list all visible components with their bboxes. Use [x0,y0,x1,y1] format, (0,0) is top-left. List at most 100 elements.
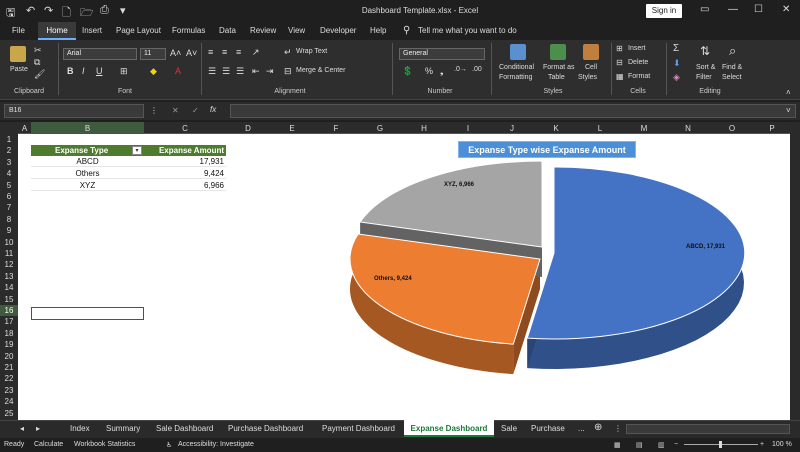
fill-icon[interactable]: ⬇ [673,58,681,69]
align-center-icon[interactable]: ☰ [222,66,230,77]
shrink-font-icon[interactable]: A˅ [186,48,197,58]
borders-icon[interactable]: ⊞ [120,66,128,77]
col-header-m[interactable]: M [622,124,666,133]
sheet-tab-sale[interactable]: Sale [501,424,517,433]
bold-icon[interactable]: B [67,66,74,76]
zoom-level[interactable]: 100 % [772,441,792,448]
formula-input[interactable] [230,104,796,118]
increase-decimal-icon[interactable]: .0→ [454,66,467,73]
decrease-decimal-icon[interactable]: .00 [472,66,482,73]
sign-in-button[interactable]: Sign in [646,4,682,18]
confirm-entry-icon[interactable]: ✓ [192,106,199,115]
row-header[interactable]: 9 [0,225,18,236]
cancel-entry-icon[interactable]: ✕ [172,106,179,115]
delete-cells-icon[interactable]: ⊟ [616,58,623,67]
cut-icon[interactable]: ✂ [34,45,42,56]
horizontal-scrollbar[interactable] [626,424,790,434]
next-sheet-icon[interactable]: ▸ [36,424,40,433]
status-accessibility[interactable]: Accessibility: Investigate [178,441,254,448]
format-cells-icon[interactable]: ▦ [616,72,624,81]
ribbon-display-icon[interactable]: ▭ [700,4,709,15]
copy-icon[interactable]: ⧉ [34,57,40,68]
number-format-select[interactable]: General [399,48,485,60]
table-header-expanse-type[interactable]: Expanse Type [31,145,144,156]
cell-styles-icon[interactable] [583,44,599,60]
merge-icon[interactable]: ⊟ [284,66,292,77]
cell-styles-button-line2[interactable]: Styles [578,74,597,81]
zoom-in-icon[interactable]: + [760,441,764,448]
col-header-j[interactable]: J [490,124,534,133]
tab-help[interactable]: Help [370,26,386,35]
status-calculate[interactable]: Calculate [34,441,63,448]
row-header[interactable]: 13 [0,271,18,282]
insert-cells-button[interactable]: Insert [628,45,646,52]
tab-page-layout[interactable]: Page Layout [116,26,161,35]
select-all-corner[interactable] [0,122,18,134]
status-workbook-statistics[interactable]: Workbook Statistics [74,441,135,448]
zoom-out-icon[interactable]: − [674,441,678,448]
row-header[interactable]: 6 [0,191,18,202]
orientation-icon[interactable]: ↗ [252,47,260,58]
col-header-p[interactable]: P [754,124,790,133]
underline-icon[interactable]: U [96,66,103,76]
sheet-tab-purchase-dashboard[interactable]: Purchase Dashboard [228,424,303,433]
insert-cells-icon[interactable]: ⊞ [616,44,623,53]
page-layout-view-icon[interactable]: ▤ [636,441,643,449]
find-select-button[interactable]: Find & [722,64,742,71]
sort-filter-icon[interactable]: ⇅ [700,44,710,58]
format-painter-icon[interactable]: 🖌 [34,69,45,80]
grow-font-icon[interactable]: A˄ [170,48,181,58]
customize-qat-icon[interactable]: ▾ [120,4,126,17]
sheet-tab-sale-dashboard[interactable]: Sale Dashboard [156,424,213,433]
sheet-tab-summary[interactable]: Summary [106,424,140,433]
font-size-select[interactable]: 11 [140,48,166,60]
print-preview-icon[interactable]: ⎙ [100,4,109,17]
merge-center-button[interactable]: Merge & Center [296,67,345,74]
font-color-icon[interactable]: A [175,66,181,76]
paste-icon[interactable] [10,46,26,62]
row-header[interactable]: 1 [0,134,18,145]
table-cell-amount[interactable]: 9,424 [144,169,226,179]
row-header[interactable]: 8 [0,214,18,225]
row-header[interactable]: 2 [0,145,18,156]
font-name-select[interactable]: Arial [63,48,137,60]
tab-split-icon[interactable]: ⋮ [614,424,622,433]
accounting-format-icon[interactable]: 💲 [402,66,413,77]
conditional-formatting-button-line2[interactable]: Formatting [499,74,532,81]
row-header[interactable]: 4 [0,168,18,179]
indent-icon[interactable]: ⇤ [252,66,260,77]
collapse-ribbon-icon[interactable]: ˄ [786,88,791,97]
page-break-view-icon[interactable]: ▥ [658,441,665,449]
sheet-tab-expanse-dashboard[interactable]: Expanse Dashboard [404,420,494,437]
save-icon[interactable]: 🖫 [6,4,15,23]
row-header[interactable]: 10 [0,237,18,248]
tab-developer[interactable]: Developer [320,26,356,35]
italic-icon[interactable]: I [82,66,85,76]
align-middle-icon[interactable]: ≡ [222,47,227,57]
paste-button[interactable]: Paste [10,66,28,73]
more-options-icon[interactable]: ⋮ [150,106,158,115]
selected-cell[interactable] [31,307,144,320]
normal-view-icon[interactable]: ▦ [614,441,621,449]
col-header-f[interactable]: F [314,124,358,133]
row-header[interactable]: 15 [0,294,18,305]
chart-title[interactable]: Expanse Type wise Expanse Amount [458,141,636,158]
tab-home[interactable]: Home [38,22,76,40]
row-header[interactable]: 25 [0,408,18,419]
tab-data[interactable]: Data [219,26,236,35]
align-left-icon[interactable]: ☰ [208,66,216,77]
tab-review[interactable]: Review [250,26,276,35]
col-header-n[interactable]: N [666,124,710,133]
sheet-tab-purchase[interactable]: Purchase [531,424,565,433]
tab-insert[interactable]: Insert [82,26,102,35]
row-header[interactable]: 11 [0,248,18,259]
row-header[interactable]: 18 [0,328,18,339]
minimize-icon[interactable]: — [728,4,738,15]
redo-icon[interactable]: ↷ [44,4,53,17]
more-sheets-button[interactable]: ... [578,424,585,433]
autosum-icon[interactable]: Σ [673,43,679,54]
format-cells-button[interactable]: Format [628,73,650,80]
tab-file[interactable]: File [12,26,25,35]
row-header[interactable]: 23 [0,385,18,396]
row-header[interactable]: 16 [0,305,18,317]
